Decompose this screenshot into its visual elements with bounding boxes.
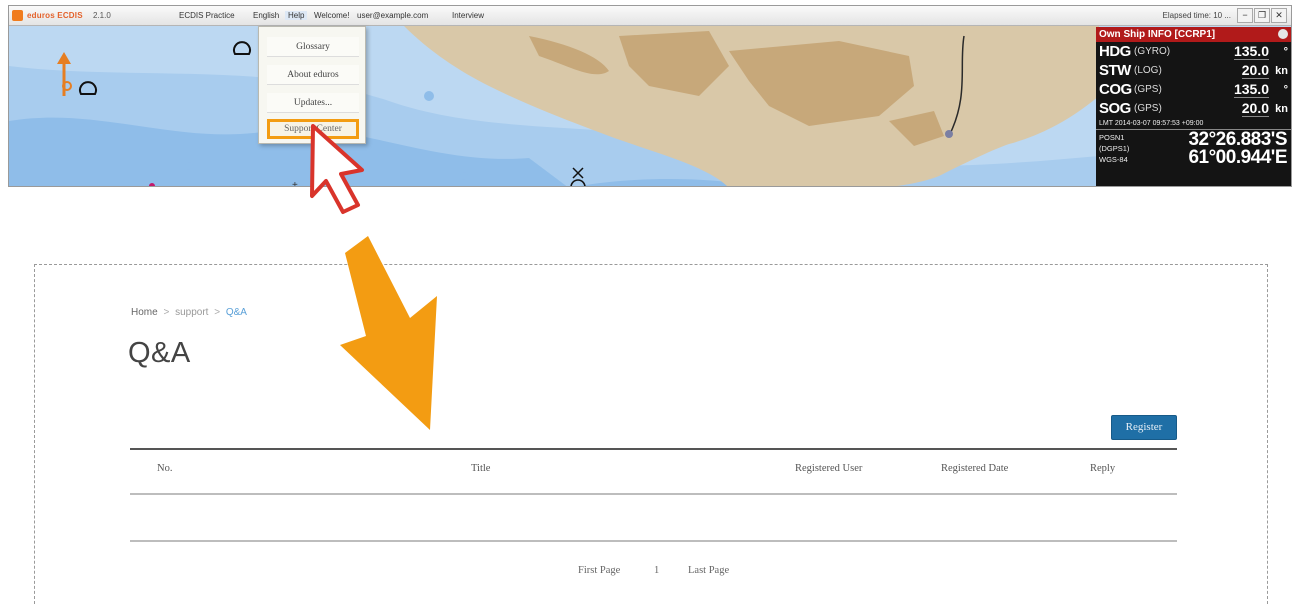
breadcrumb-support[interactable]: support bbox=[175, 307, 208, 318]
menu-ecdis-practice[interactable]: ECDIS Practice bbox=[179, 11, 235, 20]
pager-first-page[interactable]: First Page bbox=[578, 565, 620, 576]
help-dropdown-menu: Glossary About eduros Updates... Support… bbox=[258, 26, 366, 144]
app-logo-icon bbox=[12, 10, 23, 21]
cog-value: 135.0 bbox=[1233, 81, 1269, 98]
hdg-value: 135.0 bbox=[1233, 43, 1269, 60]
app-title-bar: eduros ECDIS 2.1.0 ECDIS Practice Englis… bbox=[9, 6, 1291, 26]
posn-source: (DGPS1) bbox=[1099, 144, 1130, 153]
breadcrumb-separator: > bbox=[163, 307, 170, 318]
minimize-button[interactable]: − bbox=[1237, 8, 1253, 23]
sog-source: (GPS) bbox=[1134, 103, 1162, 114]
menu-item-updates[interactable]: Updates... bbox=[267, 93, 359, 113]
window-controls: − ❐ ✕ bbox=[1237, 8, 1287, 23]
stw-value: 20.0 bbox=[1241, 62, 1269, 79]
svg-text:+: + bbox=[292, 180, 298, 187]
page-title: Q&A bbox=[128, 337, 191, 369]
local-mean-time: LMT 2014-03-07 09:57:53 +09:00 bbox=[1099, 120, 1204, 127]
ecdis-screenshot: + eduros ECDIS 2.1.0 ECDIS Practice Engl… bbox=[8, 5, 1292, 187]
cog-unit: ° bbox=[1283, 84, 1288, 96]
menu-user-email[interactable]: user@example.com bbox=[357, 11, 428, 20]
longitude-value: 61°00.944'E bbox=[1188, 147, 1287, 168]
cog-row: COG (GPS) 135.0 ° bbox=[1096, 80, 1291, 99]
column-header-no: No. bbox=[157, 463, 173, 474]
pager-last-page[interactable]: Last Page bbox=[688, 565, 729, 576]
column-header-reply: Reply bbox=[1090, 463, 1116, 474]
app-name: eduros ECDIS bbox=[27, 11, 83, 20]
elapsed-time: Elapsed time: 10 ... bbox=[1162, 11, 1231, 20]
settings-icon[interactable] bbox=[1278, 29, 1288, 39]
breadcrumb: Home > support > Q&A bbox=[131, 307, 247, 318]
app-version: 2.1.0 bbox=[93, 11, 111, 20]
stw-label: STW bbox=[1099, 62, 1131, 79]
cog-source: (GPS) bbox=[1134, 84, 1162, 95]
menu-welcome: Welcome! bbox=[314, 11, 350, 20]
pager-current-page[interactable]: 1 bbox=[654, 565, 659, 576]
menu-item-about[interactable]: About eduros bbox=[267, 65, 359, 85]
table-header-divider bbox=[130, 493, 1177, 495]
table-bottom-border bbox=[130, 540, 1177, 542]
posn-datum: WGS-84 bbox=[1099, 155, 1128, 164]
column-header-registered-date: Registered Date bbox=[941, 463, 1009, 474]
close-button[interactable]: ✕ bbox=[1271, 8, 1287, 23]
sog-value: 20.0 bbox=[1241, 100, 1269, 117]
breadcrumb-home[interactable]: Home bbox=[131, 307, 158, 318]
stw-row: STW (LOG) 20.0 kn bbox=[1096, 61, 1291, 80]
menu-interview[interactable]: Interview bbox=[452, 11, 484, 20]
menu-language[interactable]: English bbox=[253, 11, 279, 20]
column-header-registered-user: Registered User bbox=[795, 463, 863, 474]
sog-row: SOG (GPS) 20.0 kn bbox=[1096, 99, 1291, 118]
register-button[interactable]: Register bbox=[1111, 415, 1177, 440]
cog-label: COG bbox=[1099, 81, 1132, 98]
own-ship-info-title: Own Ship INFO [CCRP1] bbox=[1099, 29, 1216, 40]
sog-label: SOG bbox=[1099, 100, 1131, 117]
own-ship-info-panel: Own Ship INFO [CCRP1] HDG (GYRO) 135.0 °… bbox=[1096, 27, 1291, 186]
breadcrumb-current: Q&A bbox=[225, 307, 247, 318]
sog-unit: kn bbox=[1275, 103, 1288, 115]
table-top-border bbox=[130, 448, 1177, 450]
restore-button[interactable]: ❐ bbox=[1254, 8, 1270, 23]
posn-label: POSN1 bbox=[1099, 133, 1125, 142]
tutorial-figure: + eduros ECDIS 2.1.0 ECDIS Practice Engl… bbox=[0, 0, 1297, 606]
stw-source: (LOG) bbox=[1134, 65, 1162, 76]
hdg-source: (GYRO) bbox=[1134, 46, 1171, 57]
hdg-row: HDG (GYRO) 135.0 ° bbox=[1096, 42, 1291, 61]
hdg-label: HDG bbox=[1099, 43, 1131, 60]
hdg-unit: ° bbox=[1283, 46, 1288, 58]
support-center-page: Home > support > Q&A Q&A Register No. Ti… bbox=[34, 264, 1268, 606]
stw-unit: kn bbox=[1275, 65, 1288, 77]
own-ship-info-header: Own Ship INFO [CCRP1] bbox=[1096, 27, 1291, 42]
breadcrumb-separator: > bbox=[214, 307, 221, 318]
position-block: POSN1 (DGPS1) WGS-84 32°26.883'S 61°00.9… bbox=[1096, 129, 1291, 169]
column-header-title: Title bbox=[471, 463, 491, 474]
menu-item-support-center[interactable]: Support Center bbox=[267, 119, 359, 139]
menu-help[interactable]: Help bbox=[285, 11, 308, 20]
menu-item-glossary[interactable]: Glossary bbox=[267, 37, 359, 57]
